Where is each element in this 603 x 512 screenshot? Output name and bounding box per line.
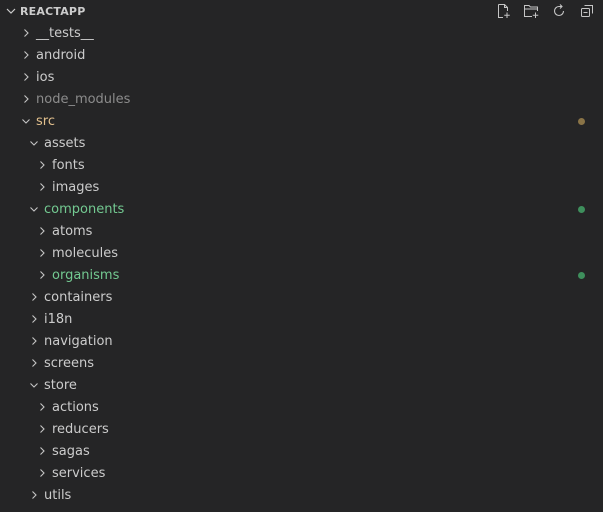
collapse-all-button[interactable]	[576, 2, 597, 20]
tree-item-navigation[interactable]: navigation	[0, 330, 603, 352]
tree-item-utils[interactable]: utils	[0, 484, 603, 506]
chevron-right-icon	[26, 333, 42, 349]
tree-item-assets[interactable]: assets	[0, 132, 603, 154]
new-folder-icon	[523, 5, 538, 18]
chevron-right-icon	[34, 399, 50, 415]
tree-item-actions[interactable]: actions	[0, 396, 603, 418]
chevron-right-icon	[26, 289, 42, 305]
chevron-right-icon	[34, 223, 50, 239]
tree-item-components[interactable]: components	[0, 198, 603, 220]
chevron-right-icon	[34, 443, 50, 459]
tree-item-label: actions	[52, 399, 99, 415]
tree-item-label: services	[52, 465, 106, 481]
tree-item-label: screens	[44, 355, 94, 371]
tree-item-label: ios	[36, 69, 55, 85]
tree-item-label: atoms	[52, 223, 93, 239]
tree-item-label: android	[36, 47, 86, 63]
tree-item-label: i18n	[44, 311, 73, 327]
chevron-down-icon	[26, 135, 42, 151]
explorer-actions	[492, 2, 597, 20]
chevron-down-icon	[4, 4, 18, 18]
git-status-dot	[578, 118, 585, 125]
explorer-title: REACTAPP	[20, 4, 86, 18]
tree-item-label: fonts	[52, 157, 85, 173]
tree-item-label: node_modules	[36, 91, 131, 107]
tree-item-atoms[interactable]: atoms	[0, 220, 603, 242]
chevron-right-icon	[34, 267, 50, 283]
tree-item-label: molecules	[52, 245, 118, 261]
tree-item-label: store	[44, 377, 77, 393]
chevron-right-icon	[18, 91, 34, 107]
git-status-dot	[578, 272, 585, 279]
tree-item-label: images	[52, 179, 100, 195]
tree-item-store[interactable]: store	[0, 374, 603, 396]
tree-item-sagas[interactable]: sagas	[0, 440, 603, 462]
tree-item-node-modules[interactable]: node_modules	[0, 88, 603, 110]
tree-item-screens[interactable]: screens	[0, 352, 603, 374]
new-file-button[interactable]	[492, 2, 513, 20]
chevron-right-icon	[34, 157, 50, 173]
tree-item-label: components	[44, 201, 125, 217]
tree-item-label: assets	[44, 135, 86, 151]
tree-item-label: navigation	[44, 333, 113, 349]
refresh-button[interactable]	[548, 2, 569, 20]
chevron-right-icon	[18, 69, 34, 85]
tree-item-services[interactable]: services	[0, 462, 603, 484]
tree-item-src[interactable]: src	[0, 110, 603, 132]
git-status-dot	[578, 206, 585, 213]
chevron-right-icon	[18, 47, 34, 63]
tree-item-organisms[interactable]: organisms	[0, 264, 603, 286]
tree-item-label: reducers	[52, 421, 109, 437]
collapse-all-icon	[580, 5, 593, 17]
tree-item-label: src	[36, 113, 55, 129]
chevron-right-icon	[26, 487, 42, 503]
tree-item-molecules[interactable]: molecules	[0, 242, 603, 264]
new-file-icon	[497, 4, 510, 18]
chevron-down-icon	[18, 113, 34, 129]
tree-item-tests[interactable]: __tests__	[0, 22, 603, 44]
new-folder-button[interactable]	[520, 2, 541, 20]
chevron-right-icon	[34, 421, 50, 437]
tree-item-containers[interactable]: containers	[0, 286, 603, 308]
tree-item-ios[interactable]: ios	[0, 66, 603, 88]
tree-item-reducers[interactable]: reducers	[0, 418, 603, 440]
tree-item-label: containers	[44, 289, 113, 305]
tree-item-images[interactable]: images	[0, 176, 603, 198]
file-tree: __tests__android ios node_modulessrc assets…	[0, 22, 603, 506]
refresh-icon	[553, 4, 564, 17]
explorer-section-header[interactable]: REACTAPP	[0, 0, 603, 22]
chevron-right-icon	[34, 245, 50, 261]
chevron-down-icon	[26, 377, 42, 393]
chevron-down-icon	[26, 201, 42, 217]
tree-item-label: organisms	[52, 267, 120, 283]
tree-item-fonts[interactable]: fonts	[0, 154, 603, 176]
tree-item-android[interactable]: android	[0, 44, 603, 66]
chevron-right-icon	[34, 179, 50, 195]
chevron-right-icon	[26, 355, 42, 371]
chevron-right-icon	[18, 25, 34, 41]
tree-item-label: utils	[44, 487, 72, 503]
tree-item-i18n[interactable]: i18n	[0, 308, 603, 330]
chevron-right-icon	[34, 465, 50, 481]
tree-item-label: __tests__	[36, 25, 94, 41]
chevron-right-icon	[26, 311, 42, 327]
tree-item-label: sagas	[52, 443, 90, 459]
